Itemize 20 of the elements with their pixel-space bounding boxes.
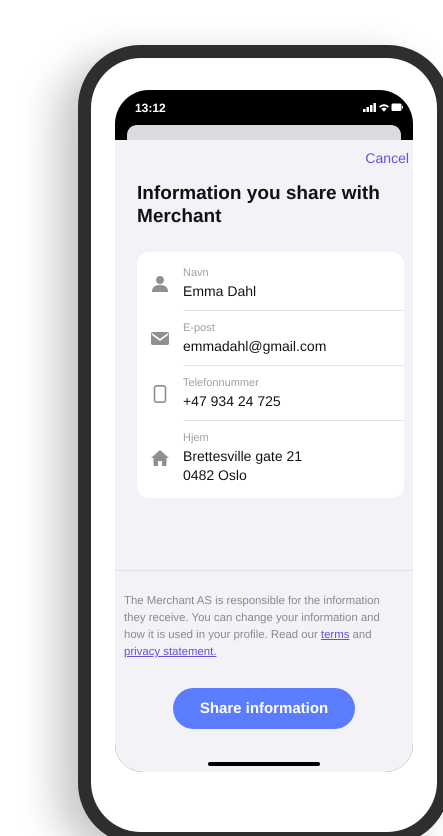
link[interactable]: terms (320, 629, 350, 641)
person-icon (151, 274, 169, 292)
share-button[interactable]: Share information (173, 688, 355, 729)
field-label: E-post (183, 321, 216, 335)
disclaimer-text: The Merchant AS is responsible for the information they receive. You can change your information and how it is used in your profile. Read our terms and privacy statement. (124, 594, 381, 660)
phone-icon (151, 384, 169, 402)
field-label: Telefonnummer (183, 376, 260, 390)
status-icons (363, 102, 403, 113)
field-value: Emma Dahl (183, 282, 258, 301)
cancel-link[interactable]: Cancel (365, 150, 409, 166)
link[interactable]: privacy statement. (124, 646, 216, 658)
field-value: emmadahl@gmail.com (183, 337, 328, 356)
field-label: Hjem (183, 431, 210, 445)
status-time: 13:12 (135, 100, 166, 114)
field-label: Navn (183, 266, 210, 280)
sheet-title: Information you share with Merchant (137, 182, 381, 228)
envelope-icon (151, 330, 169, 348)
house-icon (151, 448, 169, 466)
field-value: Brettesville gate 21 0482 Oslo (183, 447, 304, 485)
field-value: +47 934 24 725 (183, 392, 282, 411)
